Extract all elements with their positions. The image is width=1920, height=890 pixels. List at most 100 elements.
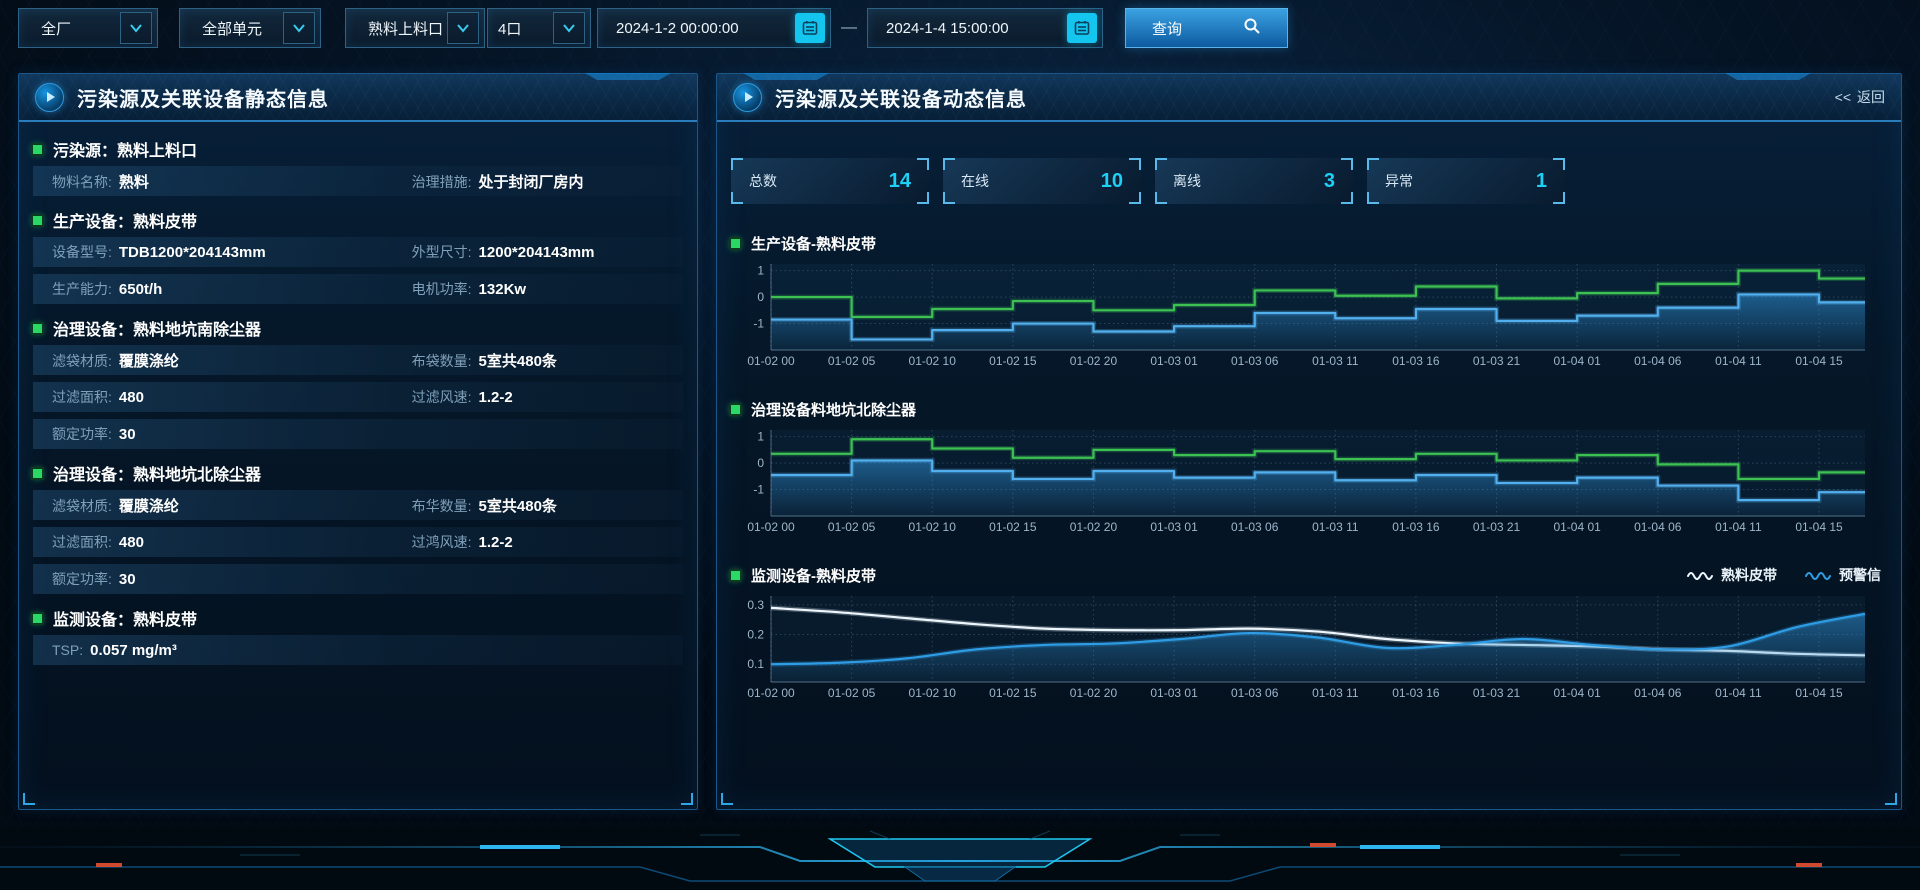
legend-item[interactable]: 熟料皮带	[1687, 565, 1777, 585]
svg-text:01-02 10: 01-02 10	[909, 354, 957, 368]
field-value: TDB1200*204143mm	[119, 244, 266, 261]
field-label: 额定功率:	[52, 424, 112, 444]
svg-text:01-03 01: 01-03 01	[1150, 354, 1198, 368]
svg-text:01-03 21: 01-03 21	[1473, 686, 1521, 700]
calendar-icon[interactable]	[1067, 13, 1097, 43]
field-value: 1.2-2	[479, 534, 513, 551]
field-label: TSP:	[52, 642, 83, 658]
stats-row: 总数 14 在线10 离线3 异常 1	[731, 158, 1887, 204]
panel-corner-mark	[23, 793, 35, 805]
plant-select[interactable]: 全厂	[18, 8, 158, 48]
svg-text:-1: -1	[753, 317, 764, 331]
svg-text:01-02 20: 01-02 20	[1070, 354, 1118, 368]
chevron-down-icon[interactable]	[283, 12, 315, 44]
detail-cell: 过滤风速:1.2-2	[412, 387, 513, 407]
svg-text:01-02 10: 01-02 10	[909, 520, 957, 534]
stat-card: 总数 14	[731, 158, 929, 204]
chart-title-text: 监测设备-熟料皮带	[751, 565, 876, 586]
calendar-icon[interactable]	[795, 13, 825, 43]
chart-canvas[interactable]: 0.30.20.101-02 0001-02 0501-02 1001-02 1…	[731, 590, 1873, 702]
green-square-icon	[33, 614, 42, 623]
stat-card: 离线3	[1155, 158, 1353, 204]
svg-text:01-03 01: 01-03 01	[1150, 520, 1198, 534]
stat-card: 在线10	[943, 158, 1141, 204]
source-select[interactable]: 熟料上料口	[345, 8, 485, 48]
back-chevrons-icon: <<	[1835, 89, 1851, 105]
field-value: 0.057 mg/m³	[90, 642, 177, 659]
field-value: 30	[119, 571, 136, 588]
stat-value: 14	[889, 170, 911, 193]
svg-text:01-04 11: 01-04 11	[1715, 520, 1762, 534]
start-datetime-input[interactable]: 2024-1-2 00:00:00	[597, 8, 831, 48]
play-icon	[733, 83, 762, 112]
chart-title-text: 生产设备-熟料皮带	[751, 233, 876, 254]
chart-canvas[interactable]: 10-101-02 0001-02 0501-02 1001-02 1501-0…	[731, 258, 1873, 370]
svg-text:01-03 11: 01-03 11	[1312, 686, 1359, 700]
chart-block: 生产设备-熟料皮带 10-101-02 0001-02 0501-02 1001-…	[731, 228, 1887, 370]
dynamic-info-panel: 污染源及关联设备动态信息 << 返回 总数 14 在线10 离线3 异常 1 生产设备-熟…	[716, 73, 1902, 810]
static-panel-header: 污染源及关联设备静态信息	[19, 74, 697, 122]
static-info-panel: 污染源及关联设备静态信息 污染源：熟料上料口物料名称:熟料治理措施:处于封闭厂房…	[18, 73, 698, 810]
svg-text:01-04 06: 01-04 06	[1634, 520, 1682, 534]
detail-row: 滤袋材质:覆膜涤纶布袋数量:5室共480条	[33, 345, 683, 375]
detail-row: 物料名称:熟料治理措施:处于封闭厂房内	[33, 166, 683, 196]
port-select[interactable]: 4口	[487, 8, 591, 48]
stat-label: 异常	[1385, 171, 1413, 191]
chart-title: 生产设备-熟料皮带	[731, 228, 1887, 258]
field-value: 5室共480条	[479, 495, 557, 516]
field-label: 设备型号:	[52, 242, 112, 262]
range-separator: —	[841, 19, 857, 37]
svg-text:01-03 16: 01-03 16	[1392, 354, 1440, 368]
stat-card: 异常 1	[1367, 158, 1565, 204]
svg-text:01-02 20: 01-02 20	[1070, 686, 1118, 700]
green-square-icon	[33, 145, 42, 154]
green-square-icon	[731, 571, 740, 580]
svg-text:01-03 06: 01-03 06	[1231, 686, 1279, 700]
query-button[interactable]: 查询	[1125, 8, 1288, 48]
play-icon	[35, 83, 64, 112]
detail-cell: 过滤面积:480	[52, 532, 412, 552]
section-title-text: 污染源：熟料上料口	[53, 137, 197, 161]
back-link[interactable]: << 返回	[1835, 87, 1885, 107]
svg-text:01-04 15: 01-04 15	[1795, 686, 1843, 700]
chevron-down-icon[interactable]	[447, 12, 479, 44]
toolbar: 全厂 全部单元 熟料上料口 4口 2024-1-2 00:00:00	[0, 0, 1920, 56]
field-label: 外型尺寸:	[412, 242, 472, 262]
svg-text:01-04 01: 01-04 01	[1553, 520, 1601, 534]
svg-text:01-04 06: 01-04 06	[1634, 686, 1682, 700]
field-value: 1.2-2	[479, 389, 513, 406]
svg-text:01-02 05: 01-02 05	[828, 686, 876, 700]
green-square-icon	[33, 324, 42, 333]
wave-icon	[1687, 569, 1713, 581]
main-content: 污染源及关联设备静态信息 污染源：熟料上料口物料名称:熟料治理措施:处于封闭厂房…	[0, 56, 1920, 810]
stat-label: 总数	[749, 171, 777, 191]
detail-cell: 滤袋材质:覆膜涤纶	[52, 350, 412, 371]
chart-canvas[interactable]: 10-101-02 0001-02 0501-02 1001-02 1501-0…	[731, 424, 1873, 536]
static-panel-title: 污染源及关联设备静态信息	[77, 83, 329, 112]
section-title-text: 治理设备：熟料地坑南除尘器	[53, 316, 261, 340]
chart-block: 治理设备料地坑北除尘器10-101-02 0001-02 0501-02 100…	[731, 394, 1887, 536]
field-label: 过鸿风速:	[412, 532, 472, 552]
detail-row: 额定功率:30	[33, 564, 683, 594]
field-label: 电机功率:	[412, 279, 472, 299]
green-square-icon	[731, 239, 740, 248]
legend-label: 预警信	[1839, 565, 1881, 585]
chevron-down-icon[interactable]	[120, 12, 152, 44]
stat-value: 1	[1536, 170, 1547, 193]
svg-text:0.1: 0.1	[747, 657, 764, 671]
field-label: 过滤面积:	[52, 532, 112, 552]
footer-decoration	[0, 827, 1920, 890]
svg-text:01-03 06: 01-03 06	[1231, 520, 1279, 534]
svg-text:01-03 16: 01-03 16	[1392, 686, 1440, 700]
end-datetime-input[interactable]: 2024-1-4 15:00:00	[867, 8, 1103, 48]
svg-text:01-03 01: 01-03 01	[1150, 686, 1198, 700]
chevron-down-icon[interactable]	[553, 12, 585, 44]
field-value: 处于封闭厂房内	[479, 171, 584, 192]
end-datetime-value: 2024-1-4 15:00:00	[886, 20, 1009, 37]
unit-select[interactable]: 全部单元	[179, 8, 321, 48]
dynamic-panel-header: 污染源及关联设备动态信息 << 返回	[717, 74, 1901, 122]
charts-area: 生产设备-熟料皮带 10-101-02 0001-02 0501-02 1001-…	[731, 228, 1887, 702]
plant-select-value: 全厂	[41, 18, 71, 39]
legend-item[interactable]: 预警信	[1805, 565, 1881, 585]
svg-text:01-03 16: 01-03 16	[1392, 520, 1440, 534]
